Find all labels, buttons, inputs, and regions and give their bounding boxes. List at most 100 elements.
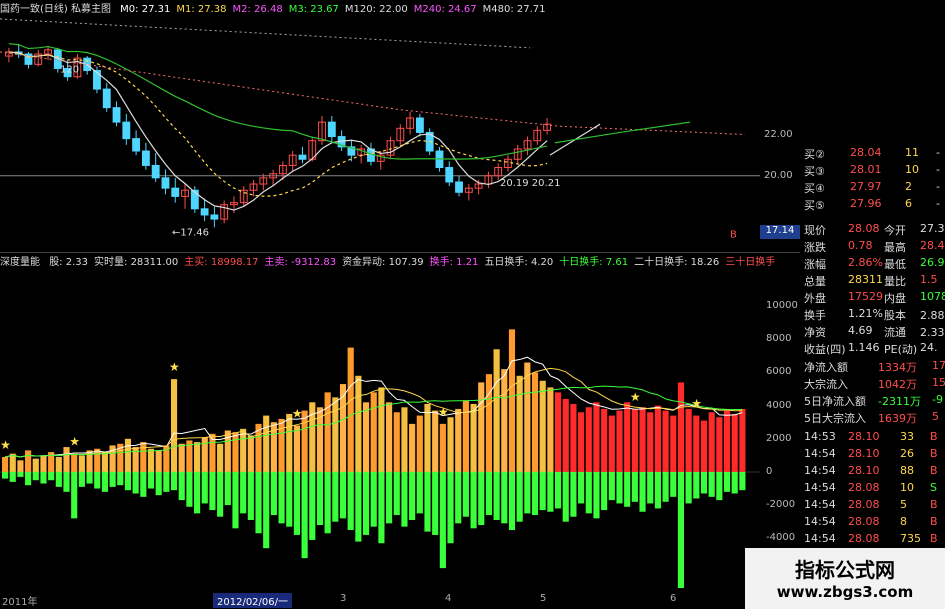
candle [112,101,121,127]
stat-key: 今开 [884,224,906,237]
ma-line-m1 [8,51,548,197]
ma-legend-bar: 国药一致(日线) 私募主图 M0: 27.31 M1: 27.38 M2: 26.4… [0,0,760,16]
flow-row: 净流入额 1334万 17 [760,359,945,375]
bid-label: 买③ [804,165,825,178]
candle [327,115,336,143]
buy-bar [432,410,439,472]
buy-bar [217,443,224,472]
buy-bar [585,407,592,472]
star-marker: ★ [630,390,641,404]
tick-qty: 5 [900,498,907,511]
tick-side: B [930,430,938,443]
selected-date[interactable]: 2012/02/06/一 [213,593,293,608]
candle [181,184,189,209]
sell-bar [339,471,347,519]
stat-row: 外盘 17529 内盘 1078 [760,290,945,306]
sell-bar [217,471,224,517]
candle [24,51,33,69]
sell-bar [677,471,685,588]
buy-bar [439,423,446,472]
buy-bar [55,457,62,472]
sell-bar [554,471,562,509]
sell-bar [593,471,600,519]
sell-bar [232,471,239,529]
stat-row: 总量 28311 量比 1.5 [760,273,945,289]
tick-qty: 26 [900,447,914,460]
date-month-label: 4 [445,593,452,604]
buy-bar [32,458,39,472]
sell-bar [493,471,500,521]
buy-bar [578,412,585,472]
candle [533,126,542,145]
stat-key: 净资 [804,326,826,339]
bid-change: - [936,180,940,193]
stat-key: 总量 [804,275,826,288]
sell-bar [94,471,101,489]
tick-price: 28.08 [848,498,880,511]
tick-price: 28.08 [848,481,880,494]
sell-bar [639,471,646,512]
candle [543,117,552,135]
tick-row: 14:54 28.08 10 S [760,481,945,497]
bid-change: - [936,146,940,159]
sell-bar [539,471,546,511]
stat-row: 涨跌 0.78 最高 28.4 [760,239,945,255]
sell-bar [286,471,293,527]
buy-bar [370,392,377,472]
bid-row: 买② 28.04 11 - [760,146,945,162]
flow-value-2: 15 [932,376,945,389]
star-marker: ★ [69,435,80,449]
buy-bar [25,450,32,472]
buy-bar [309,402,316,472]
stat-value: 17529 [848,290,883,303]
bid-label: 买④ [804,182,825,195]
bid-label: 买⑤ [804,199,825,212]
tick-side: B [930,498,938,511]
sell-bar [316,471,324,525]
tick-price: 28.08 [848,532,880,545]
sell-bar [293,471,300,535]
sell-bar [723,471,731,492]
buy-bar [278,418,285,472]
sell-bar [309,471,316,540]
bid-qty: 2 [905,180,912,193]
candle [308,136,317,162]
sell-bar [624,471,631,507]
flow-value: 1639万 [878,412,917,425]
sell-bar [424,471,431,532]
sell-bar [201,471,208,504]
indicator-item: 换手: 1.21 [429,257,479,268]
candle [504,155,512,172]
flow-value-2: 5 [932,410,939,423]
ma-line-m480 [0,18,531,49]
sell-bar [708,471,715,497]
sell-bar [578,471,585,504]
sell-bar [685,471,692,504]
tick-price: 28.10 [848,464,880,477]
price-chart[interactable]: ←17.46 120 20.19 20.21 B [0,16,760,253]
cross-label: 20.19 20.21 [500,178,560,189]
bid-row: 买③ 28.01 10 - [760,163,945,179]
candle [171,177,180,203]
candle [523,136,532,156]
volume-chart[interactable]: ★ ★ ★ ★ ★ ★ ★ [0,269,760,592]
stat-value: 1.146 [848,341,880,354]
candle [298,146,307,164]
sell-bar [278,471,285,524]
ma-items: M0: 27.31 M1: 27.38 M2: 26.48 M3: 23.67 M120… [120,4,551,15]
sell-bar [324,471,331,534]
buy-bar [386,402,393,472]
tick-row: 14:53 28.10 33 B [760,430,945,446]
sell-bar [147,471,155,489]
sell-bar [347,471,354,530]
flow-row: 5日大宗流入 1639万 5 [760,410,945,426]
bid-price: 28.01 [850,163,882,176]
flow-value-2: 17 [932,359,945,372]
buy-bar [478,382,485,472]
buy-bar [416,415,423,472]
sell-bar [2,471,9,479]
sell-bar [439,471,446,569]
candle [347,140,356,162]
candle [484,171,493,189]
stat-row: 换手 1.21%股本 2.88亿 [760,307,945,323]
